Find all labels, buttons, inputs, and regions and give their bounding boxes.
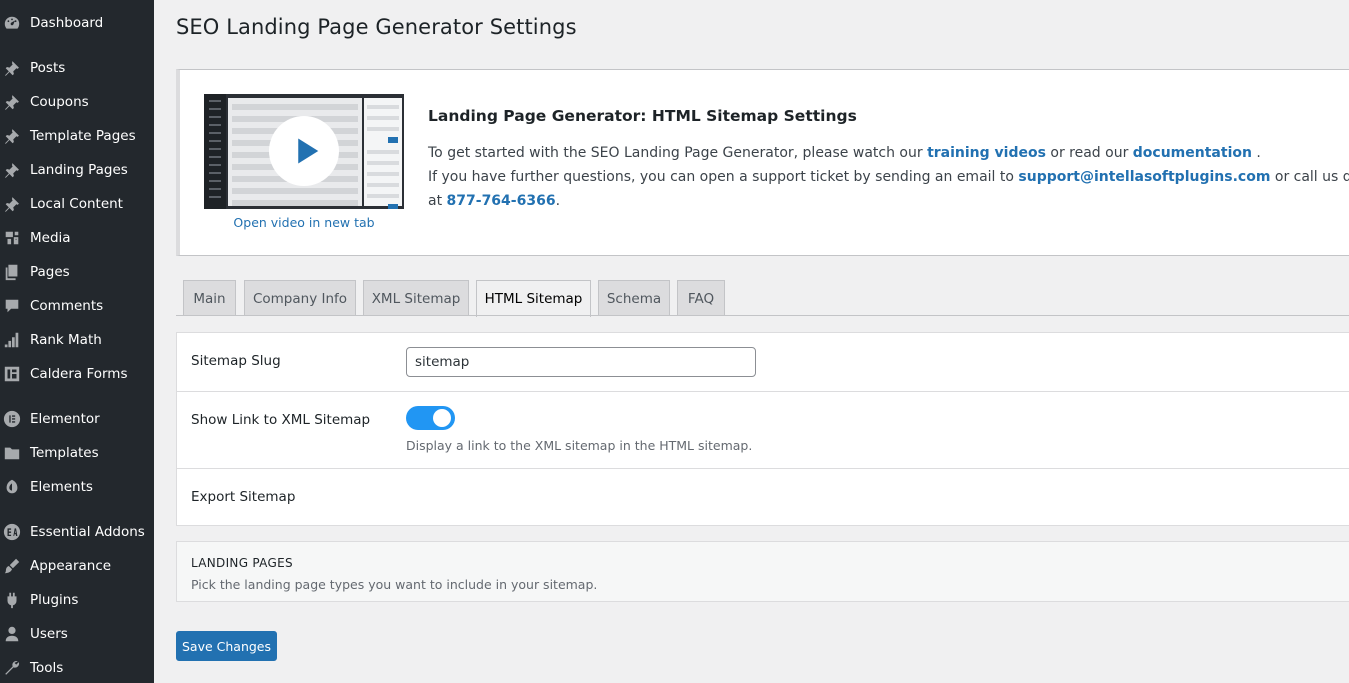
thumbnail-panel [364, 98, 402, 209]
show-link-row: Show Link to XML Sitemap Display a link … [177, 392, 1349, 469]
show-link-label: Show Link to XML Sitemap [191, 412, 371, 428]
sidebar-item-label: Comments [30, 298, 104, 314]
main-content: SEO Landing Page Generator Settings Open… [154, 0, 1349, 683]
tab-main[interactable]: Main [183, 280, 236, 316]
phone-link[interactable]: 877-764-6366 [447, 193, 556, 209]
pin-icon [0, 126, 30, 146]
training-videos-link[interactable]: training videos [927, 145, 1046, 161]
sidebar-item-landing-pages[interactable]: Landing Pages [0, 153, 154, 187]
sidebar-item-label: Posts [30, 60, 66, 76]
sidebar-item-elementor[interactable]: Elementor [0, 402, 154, 436]
plugins-icon [0, 590, 30, 610]
landing-pages-heading: LANDING PAGES [191, 556, 293, 570]
pin-icon [0, 92, 30, 112]
sitemap-slug-row: Sitemap Slug [177, 333, 1349, 392]
sidebar-item-label: Media [30, 230, 71, 246]
folder-icon [0, 443, 30, 463]
pin-icon [0, 194, 30, 214]
tab-html-sitemap[interactable]: HTML Sitemap [476, 280, 591, 317]
users-icon [0, 624, 30, 644]
rank-math-icon [0, 330, 30, 350]
sidebar-item-label: Appearance [30, 558, 112, 574]
sidebar-item-appearance[interactable]: Appearance [0, 549, 154, 583]
tab-company-info[interactable]: Company Info [244, 280, 356, 316]
show-link-description: Display a link to the XML sitemap in the… [406, 438, 753, 453]
sidebar-item-posts[interactable]: Posts [0, 51, 154, 85]
sidebar-item-label: Users [30, 626, 68, 642]
sidebar-item-dashboard[interactable]: Dashboard [0, 6, 154, 40]
intro-line-2: If you have further questions, you can o… [428, 169, 1349, 185]
sidebar-item-elements[interactable]: Elements [0, 470, 154, 504]
sidebar-item-label: Elementor [30, 411, 100, 427]
sidebar-item-label: Plugins [30, 592, 79, 608]
sitemap-slug-label: Sitemap Slug [191, 353, 281, 369]
sidebar-item-label: Elements [30, 479, 93, 495]
sidebar-item-label: Coupons [30, 94, 89, 110]
export-sitemap-row: Export Sitemap [177, 469, 1349, 526]
save-changes-button[interactable]: Save Changes [176, 631, 277, 661]
elements-icon [0, 477, 30, 497]
sidebar-item-label: Landing Pages [30, 162, 128, 178]
intro-title: Landing Page Generator: HTML Sitemap Set… [428, 107, 857, 125]
sidebar-item-template-pages[interactable]: Template Pages [0, 119, 154, 153]
settings-table: Sitemap Slug Show Link to XML Sitemap Di… [176, 332, 1349, 526]
sidebar-item-rank-math[interactable]: Rank Math [0, 323, 154, 357]
sidebar-item-label: Essential Addons [30, 524, 145, 540]
tab-xml-sitemap[interactable]: XML Sitemap [363, 280, 469, 316]
thumbnail-sidebar [204, 94, 226, 209]
sidebar-item-label: Pages [30, 264, 70, 280]
documentation-link[interactable]: documentation [1133, 145, 1252, 161]
appearance-icon [0, 556, 30, 576]
elementor-icon [0, 409, 30, 429]
toggle-knob [433, 409, 451, 427]
sidebar-item-label: Caldera Forms [30, 366, 128, 382]
sidebar-item-pages[interactable]: Pages [0, 255, 154, 289]
sidebar-item-tools[interactable]: Tools [0, 651, 154, 683]
tab-faq[interactable]: FAQ [677, 280, 725, 316]
sidebar-item-label: Template Pages [30, 128, 136, 144]
sidebar-item-users[interactable]: Users [0, 617, 154, 651]
essential-addons-icon [0, 522, 30, 542]
pin-icon [0, 160, 30, 180]
caldera-forms-icon [0, 364, 30, 384]
intro-box: Open video in new tab Landing Page Gener… [176, 69, 1349, 256]
export-sitemap-label: Export Sitemap [191, 489, 296, 505]
tools-icon [0, 658, 30, 678]
media-icon [0, 228, 30, 248]
sitemap-slug-input[interactable] [406, 347, 756, 377]
video-thumbnail[interactable] [204, 94, 404, 209]
sidebar-item-caldera-forms[interactable]: Caldera Forms [0, 357, 154, 391]
sidebar-item-templates[interactable]: Templates [0, 436, 154, 470]
support-email-link[interactable]: support@intellasoftplugins.com [1018, 169, 1270, 185]
sidebar-item-label: Rank Math [30, 332, 102, 348]
tabs-divider [176, 315, 1349, 316]
pin-icon [0, 58, 30, 78]
intro-line-1: To get started with the SEO Landing Page… [428, 145, 1261, 161]
pages-icon [0, 262, 30, 282]
sidebar-item-label: Templates [30, 445, 99, 461]
sidebar-item-coupons[interactable]: Coupons [0, 85, 154, 119]
landing-pages-section: LANDING PAGES Pick the landing page type… [176, 541, 1349, 602]
sidebar-item-label: Tools [30, 660, 64, 676]
comments-icon [0, 296, 30, 316]
admin-sidebar: Dashboard Posts Coupons Template Pages L… [0, 0, 154, 683]
intro-line-3: at 877-764-6366. [428, 193, 561, 209]
dashboard-icon [0, 13, 30, 33]
page-title: SEO Landing Page Generator Settings [176, 15, 577, 39]
sidebar-item-local-content[interactable]: Local Content [0, 187, 154, 221]
sidebar-item-label: Local Content [30, 196, 123, 212]
play-button[interactable] [269, 116, 339, 186]
sidebar-item-comments[interactable]: Comments [0, 289, 154, 323]
sidebar-item-plugins[interactable]: Plugins [0, 583, 154, 617]
landing-pages-description: Pick the landing page types you want to … [191, 577, 598, 592]
show-link-toggle[interactable] [406, 406, 455, 430]
play-icon [297, 138, 318, 164]
sidebar-item-label: Dashboard [30, 15, 104, 31]
open-video-link[interactable]: Open video in new tab [204, 215, 404, 230]
sidebar-item-essential-addons[interactable]: Essential Addons [0, 515, 154, 549]
sidebar-item-media[interactable]: Media [0, 221, 154, 255]
tab-schema[interactable]: Schema [598, 280, 670, 316]
